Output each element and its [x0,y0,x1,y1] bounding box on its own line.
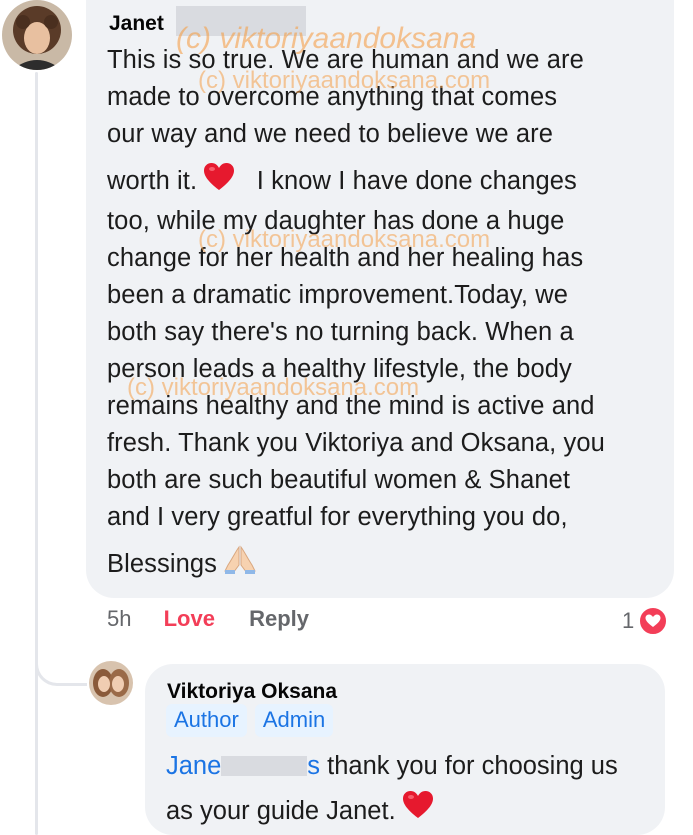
red-heart-emoji-icon [402,790,434,835]
author-badge[interactable]: Author [166,704,247,737]
comment-line: and I very greatful for everything you d… [107,503,568,531]
comment-line: change for her health and her healing ha… [107,244,584,272]
comment-timestamp[interactable]: 5h [107,606,131,632]
comment-line: both are such beautiful women & Shanet [107,466,571,494]
comment-line: too, while my daughter has done a huge [107,207,565,235]
comment-line: This is so true. We are human and we are [107,46,584,74]
comment-line: been a dramatic improvement.Today, we [107,281,569,309]
redacted-surname [176,6,306,36]
role-badges: Author Admin [166,704,334,737]
reply-author[interactable]: Viktoriya Oksana [167,680,337,704]
avatar[interactable] [2,0,72,70]
comment-author[interactable]: Janet [109,12,164,36]
comment-line: worth it. I know I have done changes [107,162,667,203]
mention-end: s [307,752,321,780]
reply-body: Jane s thank you for choosing us as your … [166,744,656,835]
reply-line: as your guide Janet. [166,789,656,835]
comment-actions: 5h Love Reply [107,606,309,632]
comment-line: Blessings [107,545,667,586]
thread-line [35,72,38,835]
comment-line: our way and we need to believe we are [107,120,553,148]
reply-connector [35,590,87,686]
comment-line: person leads a healthy lifestyle, the bo… [107,355,572,383]
comment-line: both say there's no turning back. When a [107,318,574,346]
comment-line-text: worth it. [107,167,198,196]
love-button[interactable]: Love [164,606,215,632]
comment-line-text: I know I have done changes [256,167,577,196]
comment-line: made to overcome anything that comes [107,83,558,111]
reply-avatar[interactable] [89,661,133,705]
redacted-mention [221,756,308,776]
reaction-count: 1 [622,608,635,633]
folded-hands-emoji-icon [223,545,257,586]
comment-line: fresh. Thank you Viktoriya and Oksana, y… [107,429,605,457]
red-heart-emoji-icon [203,162,235,203]
mention-link[interactable]: Jane s [166,752,320,780]
reply-button[interactable]: Reply [249,606,309,632]
comment-body: This is so true. We are human and we are… [107,42,667,586]
reply-line-text: thank you for choosing us [320,752,618,780]
comment-line: remains healthy and the mind is active a… [107,392,595,420]
admin-badge[interactable]: Admin [254,704,334,737]
heart-icon [638,606,669,636]
reply-line: Jane s thank you for choosing us [166,744,656,789]
reply-line-text: as your guide Janet. [166,797,396,825]
reaction-summary[interactable]: 1 [622,606,669,636]
mention-start: Jane [166,752,222,780]
comment-line-text: Blessings [107,550,218,579]
